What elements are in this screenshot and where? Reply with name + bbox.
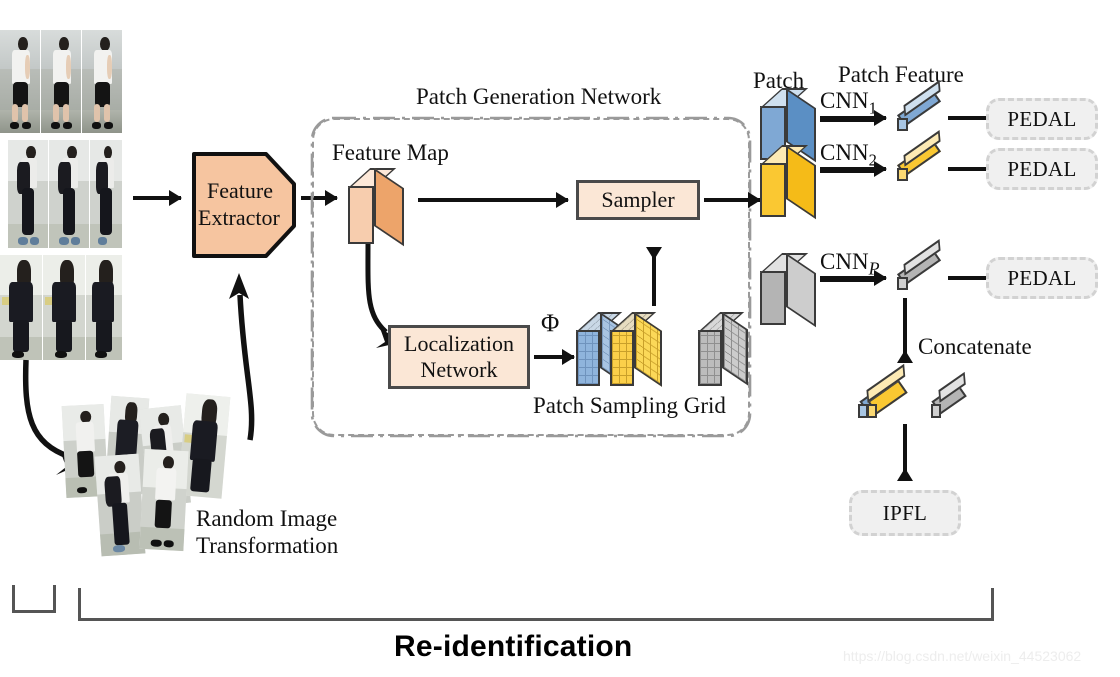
random-image-transformation-label-line1: Random Image [196,506,338,531]
random-image-transformation-label-line2: Transformation [196,533,339,558]
feature-map-slab [348,168,406,247]
input-person-image [43,255,85,360]
cnn-label-2: CNN2 [820,140,877,170]
bracket-main [78,588,994,621]
patch-feature-bar-2 [895,130,945,184]
localization-network-label-line1: Localization [404,331,514,357]
localization-network-label-line2: Network [420,357,498,382]
localization-network-block[interactable]: Localization Network [388,325,530,389]
input-image-gallery [0,30,122,360]
pedal-block-2[interactable]: PEDAL [986,148,1098,190]
transformed-person-image [139,448,189,552]
input-person-image [0,30,40,133]
pedal-label-2: PEDAL [1007,156,1077,181]
transformed-person-image [94,453,146,557]
pedal-label-1: PEDAL [1007,106,1077,131]
cnn-text-2: CNN [820,140,869,165]
input-person-image [8,140,48,248]
cnn-label-p: CNNP [820,249,880,279]
patch-feature-header-label: Patch Feature [838,62,964,87]
feature-extractor-block[interactable]: Feature Extractor [190,150,298,260]
input-person-image [49,140,89,248]
concatenate-label: Concatenate [918,334,1032,359]
cnn-text-1: CNN [820,88,869,113]
patch-sampling-grid-group [576,306,748,390]
arrow-transformation-to-extractor [229,273,255,441]
feature-extractor-label-line1: Feature [207,178,273,203]
grid-slab-gray [698,312,748,386]
sampler-label: Sampler [601,187,675,213]
arrow-concat-to-ipfl [903,424,907,480]
watermark: https://blog.csdn.net/weixin_44523062 [843,648,1082,664]
figure-title: Re-identification [394,630,633,663]
arrow-grid-to-sampler [652,248,656,306]
ipfl-block[interactable]: IPFL [849,490,961,536]
input-person-image [0,255,42,360]
pedal-block-1[interactable]: PEDAL [986,98,1098,140]
sampler-block[interactable]: Sampler [576,180,700,220]
arrow-localization-to-grid [534,355,574,359]
arrow-concatenate [903,298,907,362]
arrow-sampler-to-patch [704,198,760,202]
pedal-block-p[interactable]: PEDAL [986,257,1098,299]
patch-slab-p [760,253,816,328]
arrow-featuremap-to-sampler [418,198,568,202]
patch-feature-bar-1 [895,80,945,134]
feature-map-label: Feature Map [332,140,449,165]
patch-generation-network-title: Patch Generation Network [416,84,662,109]
patch-sampling-grid-label: Patch Sampling Grid [533,393,726,418]
cnn-text-p: CNN [820,249,869,274]
concat-bar-blue-yellow [856,363,912,420]
input-person-image [86,255,122,360]
feature-extractor-label-line2: Extractor [198,205,280,230]
concat-bar-gray [931,371,978,420]
input-person-image [90,140,122,248]
patch-feature-bar-p [895,239,945,293]
arrow-patch-to-cnn-1 [820,116,886,120]
patch-slab-2 [760,145,816,220]
grid-slab-yellow [610,312,662,387]
pedal-label-p: PEDAL [1007,265,1077,290]
concatenated-feature-bar [856,363,967,422]
arrow-patch-to-cnn-2 [820,167,886,171]
input-person-image [41,30,81,133]
cnn-label-1: CNN1 [820,88,877,118]
arrow-input-to-extractor [133,196,181,200]
input-person-image [82,30,122,133]
arrow-patch-to-cnn-p [820,276,886,280]
phi-label: Φ [541,310,560,337]
bracket-left-small [12,585,56,613]
ipfl-label: IPFL [882,500,928,525]
